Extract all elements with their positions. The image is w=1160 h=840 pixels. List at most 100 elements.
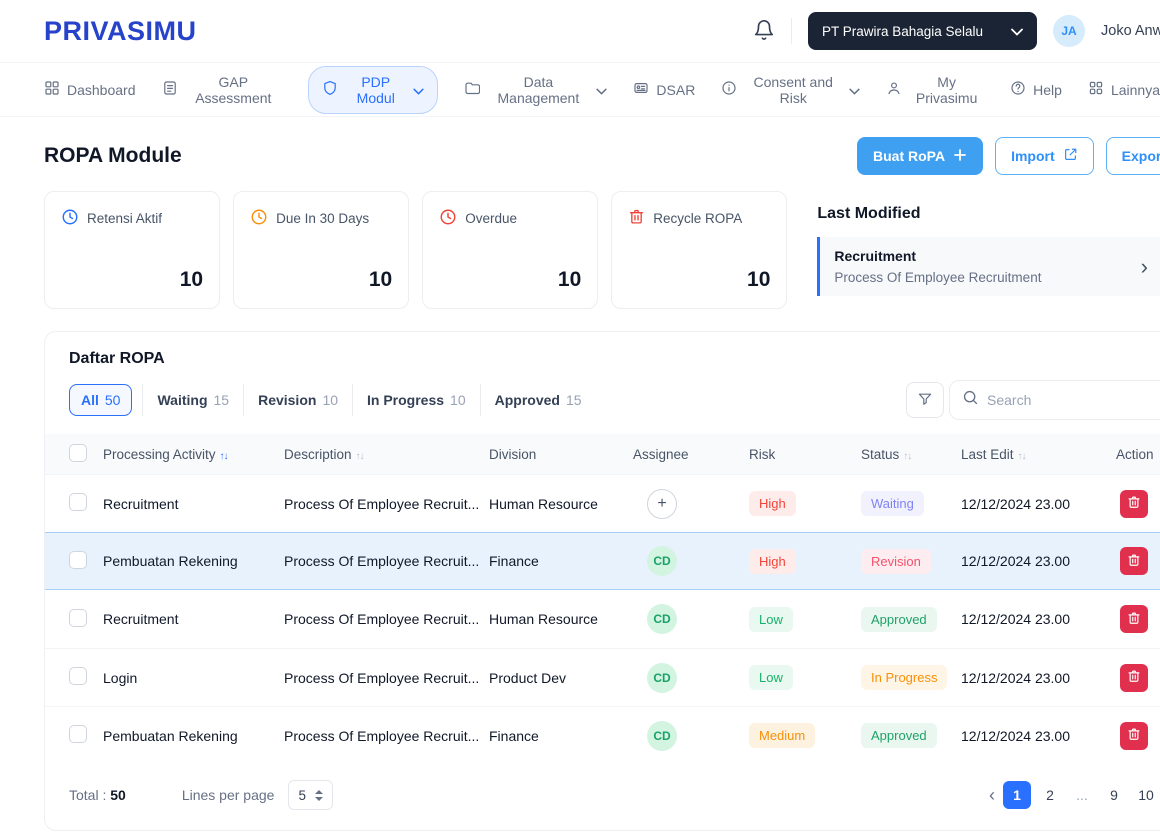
delete-button[interactable] [1120, 605, 1148, 633]
nav-item-lainnya[interactable]: Lainnya [1088, 80, 1160, 99]
table-row[interactable]: Recruitment Process Of Employee Recruit.… [45, 590, 1160, 648]
page-button-10[interactable]: 10 [1133, 781, 1159, 809]
bell-icon [753, 19, 775, 44]
page-button-9[interactable]: 9 [1101, 781, 1127, 809]
assignee-avatar[interactable]: CD [647, 604, 677, 634]
stat-value: 10 [180, 268, 203, 292]
delete-button[interactable] [1120, 664, 1148, 692]
sort-icon[interactable]: ↑↓ [1018, 451, 1026, 462]
row-checkbox[interactable] [69, 725, 87, 743]
prev-page-button[interactable]: ‹ [987, 785, 997, 806]
filter-button[interactable] [906, 382, 944, 418]
add-assignee-button[interactable]: + [647, 489, 677, 519]
stat-value: 10 [369, 268, 392, 292]
cell-division: Finance [489, 728, 633, 744]
row-checkbox[interactable] [69, 609, 87, 627]
table-row[interactable]: Recruitment Process Of Employee Recruit.… [45, 474, 1160, 532]
delete-button[interactable] [1120, 490, 1148, 518]
cell-activity: Login [103, 670, 284, 686]
tab-approved[interactable]: Approved 15 [480, 384, 596, 416]
cell-activity: Recruitment [103, 611, 284, 627]
assignee-avatar[interactable]: CD [647, 663, 677, 693]
chevron-right-icon[interactable]: › [1141, 256, 1148, 278]
stat-card-recycle-ropa[interactable]: Recycle ROPA 10 [611, 191, 787, 309]
dsar-icon [633, 80, 649, 99]
select-all-checkbox[interactable] [69, 444, 87, 462]
col-last-edit[interactable]: Last Edit↑↓ [961, 447, 1116, 462]
status-badge: Approved [861, 723, 937, 748]
delete-button[interactable] [1120, 722, 1148, 750]
risk-badge: Low [749, 607, 793, 632]
table-row[interactable]: Pembuatan Rekening Process Of Employee R… [45, 532, 1160, 590]
cell-last-edit: 12/12/2024 23.00 [961, 496, 1116, 512]
nav-item-dsar[interactable]: DSAR [633, 80, 695, 99]
search-input[interactable] [987, 392, 1160, 408]
user-name: Joko Anwar [1101, 23, 1160, 39]
nav-item-consent-and-risk[interactable]: Consent and Risk [721, 74, 860, 106]
nav-item-data-management[interactable]: Data Management [464, 74, 607, 106]
plus-icon [953, 148, 967, 165]
page-button-2[interactable]: 2 [1037, 781, 1063, 809]
lines-per-page-stepper[interactable]: 5 [288, 780, 333, 810]
nav-item-help[interactable]: Help [1010, 80, 1062, 99]
col-processing-activity[interactable]: Processing Activity↑↓ [103, 447, 284, 462]
risk-badge: Medium [749, 723, 815, 748]
nav-item-my-privasimu[interactable]: My Privasimu [886, 74, 984, 106]
table-header: Processing Activity↑↓ Description↑↓ Divi… [45, 434, 1160, 474]
company-selector[interactable]: PT Prawira Bahagia Selalu [808, 12, 1037, 50]
cell-activity: Pembuatan Rekening [103, 553, 284, 569]
cell-activity: Recruitment [103, 496, 284, 512]
risk-badge: High [749, 549, 796, 574]
stat-card-retensi-aktif[interactable]: Retensi Aktif 10 [44, 191, 220, 309]
company-name: PT Prawira Bahagia Selalu [822, 24, 983, 39]
table-row[interactable]: Pembuatan Rekening Process Of Employee R… [45, 706, 1160, 764]
row-checkbox[interactable] [69, 667, 87, 685]
tab-in-progress[interactable]: In Progress 10 [352, 384, 480, 416]
cell-division: Human Resource [489, 611, 633, 627]
import-button[interactable]: Import [995, 137, 1094, 175]
list-title: Daftar ROPA [69, 350, 1160, 368]
assignee-avatar[interactable]: CD [647, 721, 677, 751]
nav-item-gap-assessment[interactable]: GAP Assessment [162, 74, 283, 106]
stepper-arrows-icon[interactable] [315, 790, 323, 801]
cell-description: Process Of Employee Recruit... [284, 728, 489, 744]
nav-item-pdp-modul[interactable]: PDP Modul [308, 66, 438, 114]
create-ropa-button[interactable]: Buat RoPA [857, 137, 983, 175]
stat-value: 10 [747, 268, 770, 292]
consent-risk-icon [721, 80, 737, 99]
nav-item-dashboard[interactable]: Dashboard [44, 80, 136, 99]
col-action: Action [1116, 447, 1160, 462]
sort-icon[interactable]: ↑↓ [903, 451, 911, 462]
col-assignee: Assignee [633, 447, 749, 462]
tab-revision[interactable]: Revision 10 [243, 384, 352, 416]
tab-waiting[interactable]: Waiting 15 [142, 384, 243, 416]
row-checkbox[interactable] [69, 493, 87, 511]
search-icon [962, 389, 979, 411]
col-description[interactable]: Description↑↓ [284, 447, 489, 462]
tab-all[interactable]: All 50 [69, 384, 132, 416]
notifications-button[interactable] [753, 19, 775, 44]
page-button-1[interactable]: 1 [1003, 781, 1031, 809]
main-nav: Dashboard GAP Assessment PDP Modul Data … [0, 62, 1160, 117]
table-row[interactable]: Login Process Of Employee Recruit... Pro… [45, 648, 1160, 706]
stat-card-due-30-days[interactable]: Due In 30 Days 10 [233, 191, 409, 309]
sort-icon[interactable]: ↑↓ [356, 451, 364, 462]
cell-division: Human Resource [489, 496, 633, 512]
clock-icon [61, 208, 79, 229]
col-division: Division [489, 447, 633, 462]
stat-card-overdue[interactable]: Overdue 10 [422, 191, 598, 309]
sort-icon[interactable]: ↑↓ [220, 451, 228, 462]
cell-description: Process Of Employee Recruit... [284, 670, 489, 686]
brand-logo: PRIVASIMU [44, 16, 197, 47]
app-header: PRIVASIMU PT Prawira Bahagia Selalu JA J… [0, 0, 1160, 62]
row-checkbox[interactable] [69, 551, 87, 569]
col-status[interactable]: Status↑↓ [861, 447, 961, 462]
import-icon [1063, 147, 1078, 165]
export-button[interactable]: Export [1106, 137, 1160, 175]
trash-icon [1127, 669, 1141, 686]
user-avatar[interactable]: JA [1053, 15, 1085, 47]
delete-button[interactable] [1120, 547, 1148, 575]
last-modified-item[interactable]: Recruitment Process Of Employee Recruitm… [817, 237, 1160, 296]
assignee-avatar[interactable]: CD [647, 546, 677, 576]
cell-description: Process Of Employee Recruit... [284, 611, 489, 627]
